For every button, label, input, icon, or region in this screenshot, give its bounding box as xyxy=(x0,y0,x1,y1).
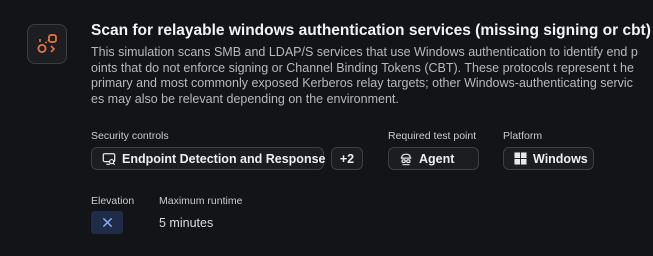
elevation-label: Elevation xyxy=(91,195,135,207)
test-point-chip[interactable]: Agent xyxy=(388,147,479,170)
test-point-label: Required test point xyxy=(388,130,477,142)
runtime-value: 5 minutes xyxy=(159,216,214,230)
security-controls-label: Security controls xyxy=(91,130,169,142)
security-control-chip[interactable]: Endpoint Detection and Response xyxy=(91,147,326,170)
monitor-search-icon xyxy=(102,152,116,166)
scenario-description: This simulation scans SMB and LDAP/S ser… xyxy=(91,45,638,106)
more-controls-button[interactable]: +2 xyxy=(331,147,363,170)
elevation-status xyxy=(91,211,123,234)
scenario-card: Scan for relayable windows authenticatio… xyxy=(0,0,653,256)
windows-logo-icon xyxy=(514,152,527,165)
agent-icon xyxy=(399,152,413,166)
test-point-value: Agent xyxy=(419,151,455,166)
platform-chip[interactable]: Windows xyxy=(503,147,594,170)
platform-value: Windows xyxy=(533,151,588,166)
more-controls-count: +2 xyxy=(339,151,355,166)
platform-label: Platform xyxy=(503,130,543,142)
runtime-label: Maximum runtime xyxy=(159,195,243,207)
x-icon xyxy=(102,217,113,228)
relay-nodes-icon xyxy=(27,24,67,64)
security-control-label: Endpoint Detection and Response xyxy=(122,151,326,166)
scenario-title: Scan for relayable windows authenticatio… xyxy=(91,22,651,39)
